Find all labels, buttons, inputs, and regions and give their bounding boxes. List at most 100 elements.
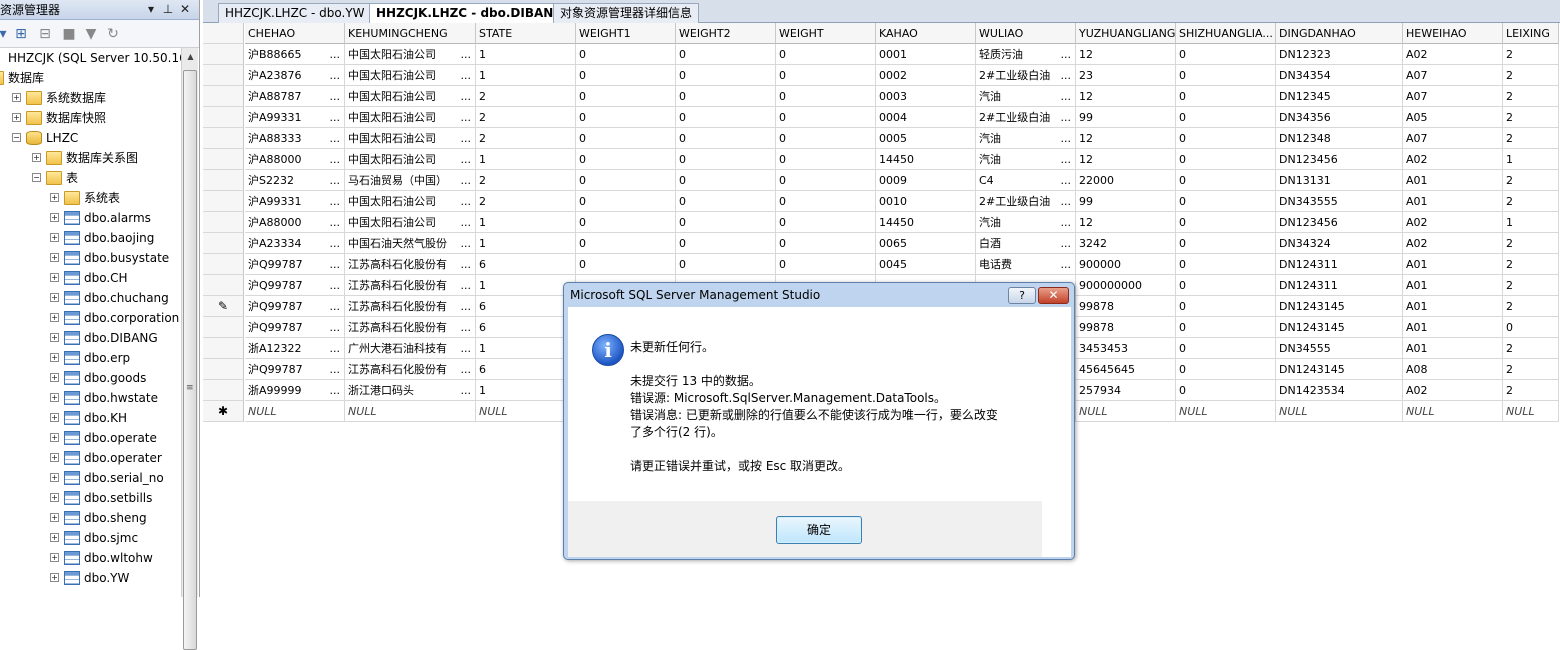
grid-cell[interactable]: 0009: [876, 170, 976, 191]
table-row[interactable]: 沪A23334... 中国石油天然气股份... 1 0 0 0 0065 白酒... 3242 0…: [203, 233, 1560, 254]
grid-cell[interactable]: A01: [1403, 254, 1503, 275]
tree-node[interactable]: + dbo.hwstate: [0, 388, 181, 408]
explorer-scrollbar[interactable]: ▲ ≡: [181, 48, 198, 650]
grid-cell[interactable]: 0065: [876, 233, 976, 254]
grid-cell[interactable]: 0: [1176, 170, 1276, 191]
grid-cell[interactable]: 0: [576, 65, 676, 86]
grid-cell[interactable]: 浙A12322...: [245, 338, 345, 359]
grid-cell[interactable]: 白酒...: [976, 233, 1076, 254]
grid-cell[interactable]: A07: [1403, 65, 1503, 86]
tab-dibang[interactable]: HHZCJK.LHZC - dbo.DIBANG: [369, 3, 571, 24]
column-header[interactable]: WEIGHT2: [676, 23, 776, 44]
grid-cell[interactable]: 0: [1503, 317, 1559, 338]
expand-icon[interactable]: +: [50, 453, 59, 462]
row-selector[interactable]: [203, 44, 244, 65]
expand-icon[interactable]: +: [50, 253, 59, 262]
row-selector[interactable]: [203, 170, 244, 191]
grid-cell[interactable]: 900000: [1076, 254, 1176, 275]
grid-cell[interactable]: 0: [1176, 191, 1276, 212]
grid-cell[interactable]: 中国太阳石油公司...: [345, 86, 476, 107]
tree-node[interactable]: + dbo.alarms: [0, 208, 181, 228]
tree-node[interactable]: + dbo.sjmc: [0, 528, 181, 548]
grid-cell[interactable]: 99: [1076, 191, 1176, 212]
expand-icon[interactable]: +: [50, 533, 59, 542]
grid-cell[interactable]: 0: [1176, 359, 1276, 380]
grid-cell[interactable]: 沪Q99787...: [245, 359, 345, 380]
grid-cell[interactable]: 0: [576, 254, 676, 275]
grid-cell[interactable]: 0: [776, 65, 876, 86]
grid-cell[interactable]: 3453453: [1076, 338, 1176, 359]
grid-cell[interactable]: 1: [476, 65, 576, 86]
table-row[interactable]: 沪S2232... 马石油贸易（中国）... 2 0 0 0 0009 C4... 22000 0…: [203, 170, 1560, 191]
grid-cell[interactable]: 0: [676, 86, 776, 107]
collapse-icon[interactable]: −: [12, 133, 21, 142]
grid-cell[interactable]: A01: [1403, 317, 1503, 338]
grid-cell[interactable]: 沪B88665...: [245, 44, 345, 65]
grid-cell[interactable]: 0: [776, 212, 876, 233]
grid-cell[interactable]: DN124311: [1276, 254, 1403, 275]
grid-cell[interactable]: 0001: [876, 44, 976, 65]
tree-node[interactable]: + dbo.baojing: [0, 228, 181, 248]
column-header[interactable]: WEIGHT: [776, 23, 876, 44]
tree-node[interactable]: + dbo.goods: [0, 368, 181, 388]
grid-cell[interactable]: 江苏高科石化股份有...: [345, 296, 476, 317]
grid-cell[interactable]: DN12323: [1276, 44, 1403, 65]
grid-cell[interactable]: 2: [1503, 128, 1559, 149]
grid-cell[interactable]: DN1243145: [1276, 359, 1403, 380]
refresh-icon[interactable]: ↻: [104, 25, 122, 43]
grid-cell[interactable]: DN34324: [1276, 233, 1403, 254]
grid-cell[interactable]: 0003: [876, 86, 976, 107]
grid-cell[interactable]: 12: [1076, 44, 1176, 65]
grid-cell[interactable]: 2: [476, 170, 576, 191]
table-row[interactable]: 沪A99331... 中国太阳石油公司... 2 0 0 0 0004 2#工业级白油... 9…: [203, 107, 1560, 128]
table-row[interactable]: 沪A23876... 中国太阳石油公司... 1 0 0 0 0002 2#工业级白油... 2…: [203, 65, 1560, 86]
grid-cell[interactable]: 0: [676, 191, 776, 212]
tree-node[interactable]: + dbo.operater: [0, 448, 181, 468]
tree-node[interactable]: + dbo.busystate: [0, 248, 181, 268]
grid-cell[interactable]: 中国太阳石油公司...: [345, 128, 476, 149]
table-row[interactable]: 沪A88333... 中国太阳石油公司... 2 0 0 0 0005 汽油... 12 0 DN1…: [203, 128, 1560, 149]
filter-icon[interactable]: ▼: [82, 25, 100, 43]
grid-cell[interactable]: 2: [1503, 170, 1559, 191]
expand-icon[interactable]: +: [50, 353, 59, 362]
grid-cell[interactable]: 2: [1503, 380, 1559, 401]
grid-cell[interactable]: 6: [476, 317, 576, 338]
grid-cell[interactable]: 1: [476, 338, 576, 359]
grid-cell[interactable]: 3242: [1076, 233, 1176, 254]
help-button[interactable]: ?: [1008, 287, 1036, 304]
collapse-icon[interactable]: −: [32, 173, 41, 182]
grid-cell[interactable]: 2: [1503, 44, 1559, 65]
table-row[interactable]: 沪A99331... 中国太阳石油公司... 2 0 0 0 0010 2#工业级白油... 9…: [203, 191, 1560, 212]
expand-icon[interactable]: +: [50, 413, 59, 422]
column-header[interactable]: HEWEIHAO: [1403, 23, 1503, 44]
grid-cell[interactable]: DN1423534: [1276, 380, 1403, 401]
grid-cell[interactable]: 99878: [1076, 317, 1176, 338]
tree-node[interactable]: HHZCJK (SQL Server 10.50.16: [0, 48, 181, 68]
grid-cell[interactable]: 电话费...: [976, 254, 1076, 275]
grid-cell[interactable]: 6: [476, 296, 576, 317]
tree-node[interactable]: + 系统表: [0, 188, 181, 208]
grid-cell[interactable]: 99: [1076, 107, 1176, 128]
grid-cell[interactable]: 0: [1176, 107, 1276, 128]
tree-node[interactable]: + dbo.wltohw: [0, 548, 181, 568]
tree-node[interactable]: + dbo.serial_no: [0, 468, 181, 488]
grid-cell[interactable]: 900000000: [1076, 275, 1176, 296]
grid-cell[interactable]: 沪Q99787...: [245, 296, 345, 317]
dialog-close-button[interactable]: ✕: [1038, 287, 1069, 304]
grid-cell[interactable]: 0: [676, 233, 776, 254]
tree-node[interactable]: − LHZC: [0, 128, 181, 148]
grid-cell[interactable]: 0: [576, 170, 676, 191]
grid-cell[interactable]: A07: [1403, 128, 1503, 149]
null-cell[interactable]: NULL: [476, 401, 576, 422]
expand-icon[interactable]: +: [50, 493, 59, 502]
ok-button[interactable]: 确定: [776, 516, 862, 544]
grid-cell[interactable]: 沪Q99787...: [245, 317, 345, 338]
grid-cell[interactable]: 12: [1076, 212, 1176, 233]
expand-icon[interactable]: +: [12, 93, 21, 102]
grid-cell[interactable]: 2: [1503, 65, 1559, 86]
expand-icon[interactable]: +: [50, 293, 59, 302]
grid-cell[interactable]: 汽油...: [976, 128, 1076, 149]
null-cell[interactable]: NULL: [1503, 401, 1559, 422]
row-selector[interactable]: [203, 380, 244, 401]
grid-cell[interactable]: A01: [1403, 275, 1503, 296]
